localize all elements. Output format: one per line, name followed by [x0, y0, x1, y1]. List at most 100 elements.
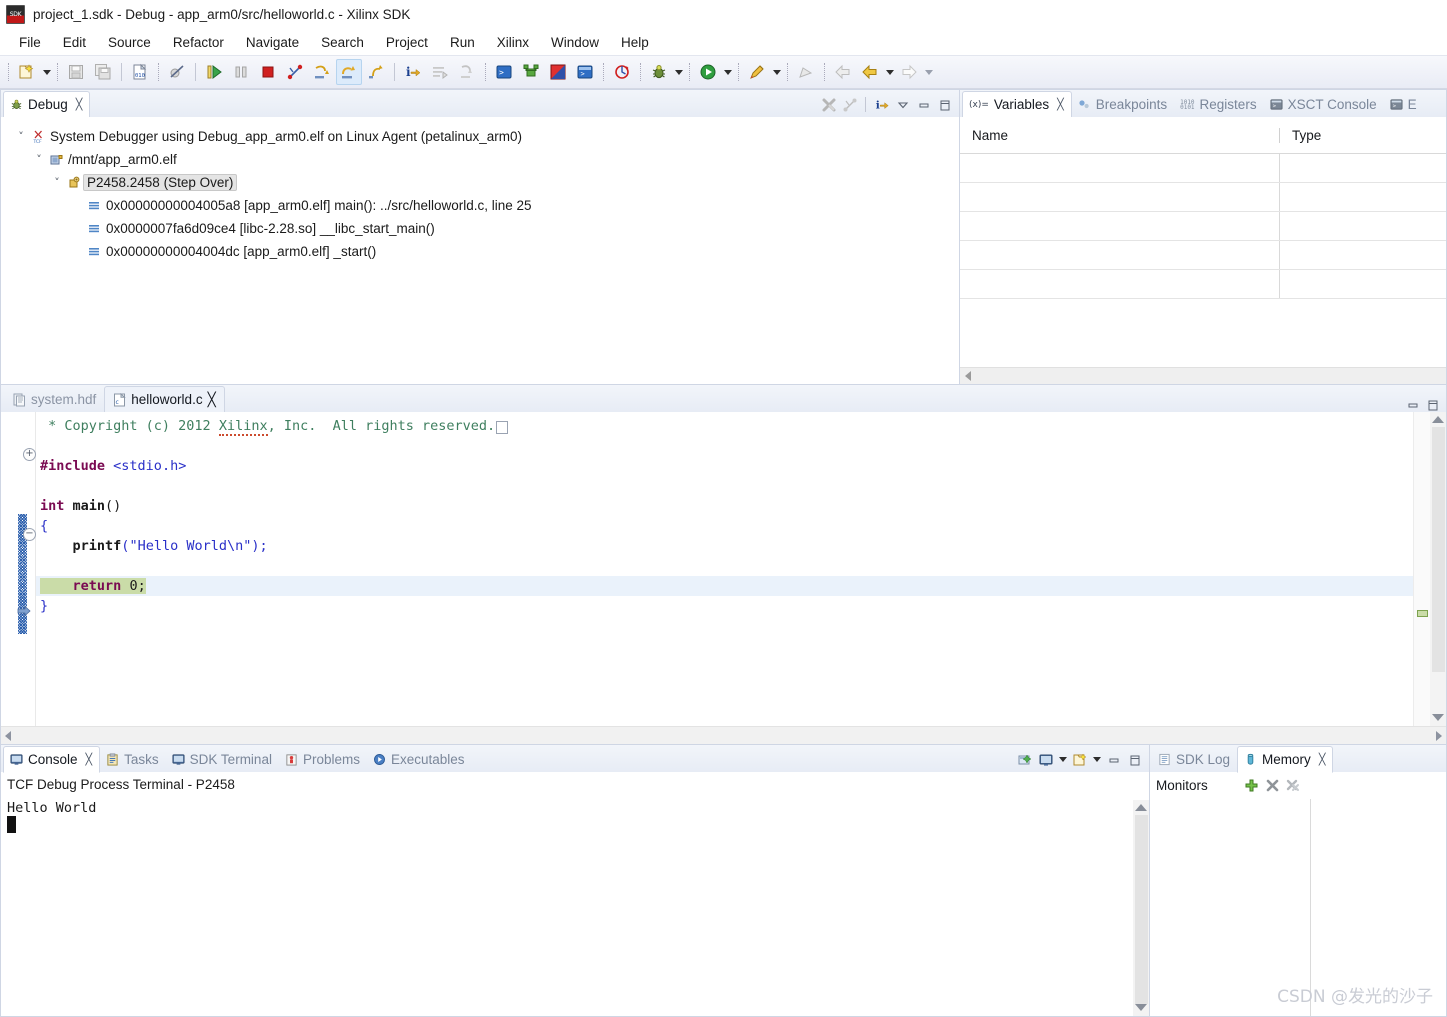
maximize-icon[interactable] [1426, 398, 1440, 412]
external-tools-icon[interactable] [744, 59, 770, 85]
menu-edit[interactable]: Edit [52, 32, 97, 53]
remove-all-monitors-icon[interactable] [1286, 778, 1301, 793]
minimize-icon[interactable] [1406, 398, 1420, 412]
tab-breakpoints[interactable]: Breakpoints [1072, 92, 1174, 117]
new-wizard-icon[interactable] [14, 59, 40, 85]
fold-collapsed-icon[interactable]: + [23, 448, 36, 461]
console-vertical-scrollbar[interactable] [1133, 800, 1149, 1016]
tab-console[interactable]: Console ╳ [3, 746, 101, 773]
minimize-icon[interactable] [1104, 750, 1123, 769]
editor-horizontal-scrollbar[interactable] [1, 726, 1446, 744]
menu-help[interactable]: Help [610, 32, 660, 53]
close-icon[interactable]: ╳ [1057, 98, 1064, 111]
open-console-dropdown-arrow-icon[interactable] [1091, 749, 1102, 771]
scroll-up-arrow-icon[interactable] [1135, 804, 1147, 811]
overview-marker-execution[interactable] [1417, 610, 1428, 617]
fold-box-icon[interactable] [496, 421, 509, 434]
maximize-icon[interactable] [935, 95, 954, 114]
resume-icon[interactable] [201, 59, 227, 85]
tab-tasks[interactable]: Tasks [100, 747, 166, 772]
create-boot-image-icon[interactable] [545, 59, 571, 85]
tree-row-frame-libc[interactable]: 0x0000007fa6d09ce4 [libc-2.28.so] __libc… [13, 217, 959, 240]
editor-gutter[interactable]: + − [1, 412, 36, 726]
close-icon[interactable]: ╳ [76, 98, 83, 111]
menu-run[interactable]: Run [439, 32, 486, 53]
build-binary-icon[interactable]: 010 [127, 59, 153, 85]
tab-debug[interactable]: Debug ╳ [3, 91, 91, 118]
tree-row-frame-start[interactable]: 0x00000000004004dc [app_arm0.elf] _start… [13, 240, 959, 263]
tab-executables[interactable]: Executables [367, 747, 472, 772]
memory-body[interactable] [1150, 799, 1446, 1016]
tree-row-frame-main[interactable]: 0x00000000004005a8 [app_arm0.elf] main()… [13, 194, 959, 217]
tab-memory[interactable]: Memory ╳ [1237, 746, 1334, 773]
table-row[interactable] [960, 270, 1446, 299]
variables-horizontal-scrollbar[interactable] [960, 367, 1446, 384]
step-return-icon[interactable] [363, 59, 389, 85]
scroll-left-arrow-icon[interactable] [5, 730, 11, 741]
maximize-icon[interactable] [1125, 750, 1144, 769]
chevron-down-icon[interactable]: ˅ [49, 176, 65, 189]
tab-sdk-terminal[interactable]: SDK Terminal [166, 747, 279, 772]
xsct-console-icon[interactable]: > [572, 59, 598, 85]
memory-monitors-list[interactable] [1150, 799, 1311, 1016]
run-icon[interactable] [695, 59, 721, 85]
close-icon[interactable]: ╳ [86, 753, 93, 766]
configure-jtag-icon[interactable] [609, 59, 635, 85]
menu-xilinx[interactable]: Xilinx [486, 32, 540, 53]
tab-system-hdf[interactable]: system.hdf [5, 387, 104, 412]
scroll-left-arrow-icon[interactable] [965, 371, 971, 381]
column-header-type[interactable]: Type [1280, 128, 1446, 143]
program-fpga-icon[interactable] [518, 59, 544, 85]
menu-refactor[interactable]: Refactor [162, 32, 235, 53]
display-selected-console-icon[interactable] [1036, 750, 1055, 769]
menu-source[interactable]: Source [97, 32, 162, 53]
skip-all-breakpoints-icon[interactable] [164, 59, 190, 85]
new-dropdown-arrow-icon[interactable] [41, 61, 52, 83]
step-into-icon[interactable] [309, 59, 335, 85]
close-icon[interactable]: ╳ [1319, 753, 1326, 766]
external-tools-dropdown-arrow-icon[interactable] [771, 61, 782, 83]
debug-bug-icon[interactable] [646, 59, 672, 85]
table-row[interactable] [960, 183, 1446, 212]
scrollbar-thumb[interactable] [1431, 427, 1445, 672]
editor-vertical-scrollbar[interactable] [1430, 412, 1446, 726]
instruction-stepping-mode-icon[interactable]: i [872, 95, 891, 114]
debug-dropdown-arrow-icon[interactable] [673, 61, 684, 83]
memory-renderings-pane[interactable] [1311, 799, 1446, 1016]
table-row[interactable] [960, 241, 1446, 270]
chevron-down-icon[interactable]: ˅ [31, 153, 47, 166]
run-dropdown-arrow-icon[interactable] [722, 61, 733, 83]
scroll-right-arrow-icon[interactable] [1436, 730, 1442, 741]
overview-ruler[interactable] [1413, 412, 1430, 726]
open-console-icon[interactable] [1070, 750, 1089, 769]
scroll-down-arrow-icon[interactable] [1135, 1004, 1147, 1011]
instruction-stepping-mode-icon[interactable]: i [400, 59, 426, 85]
console-output[interactable]: Hello World [1, 796, 1149, 1016]
pin-console-icon[interactable] [1015, 750, 1034, 769]
tab-helloworld-c[interactable]: c helloworld.c ╳ [104, 386, 225, 412]
display-selected-console-dropdown-arrow-icon[interactable] [1057, 749, 1068, 771]
scrollbar-thumb[interactable] [1134, 815, 1148, 1004]
tab-variables[interactable]: (x)= Variables ╳ [962, 91, 1072, 118]
menu-search[interactable]: Search [310, 32, 375, 53]
step-over-icon[interactable] [336, 59, 362, 85]
close-icon[interactable]: ╳ [208, 392, 216, 408]
tree-row-process[interactable]: ˅ /mnt/app_arm0.elf [13, 148, 959, 171]
terminate-icon[interactable] [255, 59, 281, 85]
previous-annotation-dropdown-arrow-icon[interactable] [884, 61, 895, 83]
tree-row-launch[interactable]: ˅ TCF System Debugger using Debug_app_ar… [13, 125, 959, 148]
minimize-icon[interactable] [914, 95, 933, 114]
column-header-name[interactable]: Name [960, 127, 1280, 143]
previous-annotation-arrow-icon[interactable] [857, 59, 883, 85]
menu-navigate[interactable]: Navigate [235, 32, 310, 53]
tab-registers[interactable]: 1010 0101 Registers [1174, 92, 1263, 117]
disconnect-icon[interactable] [282, 59, 308, 85]
source-code[interactable]: * Copyright (c) 2012 Xilinx, Inc. All ri… [36, 412, 1413, 726]
table-row[interactable] [960, 212, 1446, 241]
scroll-down-arrow-icon[interactable] [1432, 714, 1444, 721]
editor-text-area[interactable]: + − * Copyright (c) 2012 Xilinx, Inc. Al… [1, 412, 1446, 726]
add-monitor-icon[interactable] [1244, 778, 1259, 793]
view-menu-icon[interactable] [893, 95, 912, 114]
menu-project[interactable]: Project [375, 32, 439, 53]
menu-file[interactable]: File [8, 32, 52, 53]
